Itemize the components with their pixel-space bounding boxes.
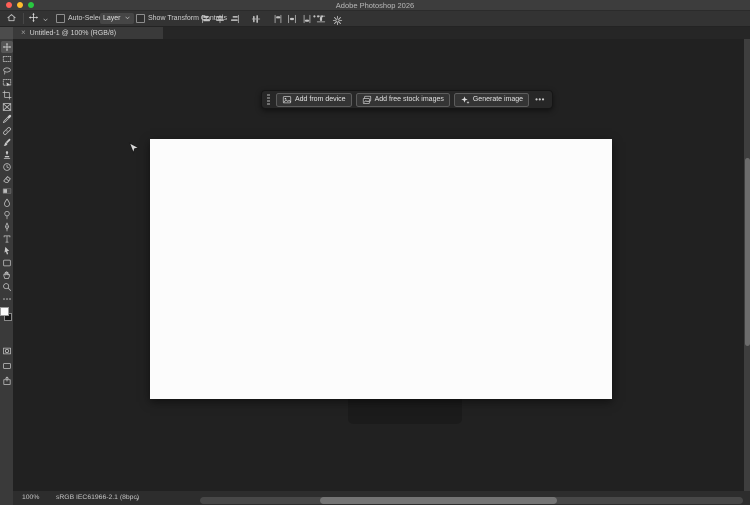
distribute-left-edges-button[interactable] [272,13,283,24]
taskbar-button-label: Add free stock images [374,96,444,103]
options-bar: Auto-Select: Layer Show Transform Contro… [0,11,750,27]
share-button[interactable] [1,375,13,387]
photoshop-window: Adobe Photoshop 2026 Auto-Select: Layer … [0,0,750,505]
device-icon [282,95,292,105]
align-controls [200,13,327,24]
close-tab-icon[interactable]: × [21,28,26,38]
checkbox-icon [56,14,65,23]
add-from-device-button[interactable]: Add from device [276,92,352,107]
screen-mode-button[interactable] [1,360,13,372]
color-profile-status: sRGB IEC61966-2.1 (8bpc) [56,494,140,501]
healing-brush-tool[interactable] [1,125,13,137]
status-chevron-icon[interactable]: › [136,494,139,503]
window-title: Adobe Photoshop 2026 [335,1,415,10]
rectangle-tool[interactable] [1,257,13,269]
move-tool[interactable] [0,41,13,53]
add-free-stock-images-button[interactable]: Add free stock images [355,92,450,107]
align-vertical-centers-button[interactable] [251,13,262,24]
sparkle-icon [460,95,470,105]
brush-tool[interactable] [1,137,13,149]
chevron-down-icon [124,14,131,23]
document-tab-title: Untitled-1 @ 100% (RGB/8) [29,29,117,37]
taskbar-more-button[interactable]: ••• [533,95,547,104]
canvas-area[interactable]: Add from device Add free stock images Gene… [13,39,744,491]
eyedropper-tool[interactable] [1,113,13,125]
horizontal-scrollbar[interactable] [200,497,743,504]
history-brush-tool[interactable] [1,161,13,173]
path-selection-tool[interactable] [1,245,13,257]
chevron-down-icon [42,10,49,28]
lasso-tool[interactable] [1,65,13,77]
object-selection-tool[interactable] [1,77,13,89]
zoom-level-field[interactable]: 100% [22,494,39,501]
taskbar-button-label: Add from device [295,96,346,103]
type-tool[interactable] [1,233,13,245]
vertical-scrollbar-thumb[interactable] [744,158,750,346]
status-bar-corner [0,491,13,505]
mouse-cursor [128,142,141,162]
home-icon [6,10,17,28]
align-left-edges-button[interactable] [200,13,211,24]
align-right-edges-button[interactable] [229,13,240,24]
edit-toolbar-button[interactable] [1,293,13,305]
distribute-right-edges-button[interactable] [301,13,312,24]
taskbar-buttons: Add from device Add free stock images Gene… [276,92,530,107]
frame-tool[interactable] [1,101,13,113]
move-icon [28,10,39,28]
document-tab-bar: × Untitled-1 @ 100% (RGB/8) [0,27,750,40]
distribute-horizontal-centers-button[interactable] [287,13,298,24]
pen-tool[interactable] [1,221,13,233]
separator [23,13,24,24]
quick-mask-button[interactable] [1,345,13,357]
vertical-scrollbar[interactable] [744,39,750,491]
taskbar-button-label: Generate image [472,96,524,103]
auto-select-target-dropdown[interactable]: Layer [100,13,134,24]
title-bar: Adobe Photoshop 2026 [0,0,750,11]
tools-panel [0,39,13,505]
gradient-tool[interactable] [1,185,13,197]
hand-tool[interactable] [1,269,13,281]
eraser-tool[interactable] [1,173,13,185]
drag-handle-icon[interactable] [267,94,270,105]
foreground-color-swatch[interactable] [0,307,9,316]
tool-preset-dropdown[interactable] [42,11,49,26]
zoom-tool[interactable] [1,281,13,293]
document-canvas[interactable] [150,139,612,399]
horizontal-scrollbar-thumb[interactable] [320,497,557,504]
stock-icon [362,95,372,105]
crop-tool[interactable] [1,89,13,101]
more-options-button[interactable]: ••• [313,12,324,21]
contextual-task-bar: Add from device Add free stock images Gene… [261,90,553,109]
checkbox-icon [136,14,145,23]
align-horizontal-centers-button[interactable] [215,13,226,24]
blur-tool[interactable] [1,197,13,209]
clone-stamp-tool[interactable] [1,149,13,161]
color-swatches-control[interactable] [0,307,13,323]
marquee-tool[interactable] [1,53,13,65]
auto-select-checkbox[interactable]: Auto-Select: [56,11,106,26]
home-button[interactable] [6,11,17,26]
move-tool-indicator[interactable] [28,11,39,26]
auto-select-value: Layer [103,15,121,22]
generate-image-button[interactable]: Generate image [453,92,530,107]
dodge-tool[interactable] [1,209,13,221]
status-bar: 100% sRGB IEC61966-2.1 (8bpc) › [0,491,750,505]
document-tab[interactable]: × Untitled-1 @ 100% (RGB/8) [13,27,163,39]
